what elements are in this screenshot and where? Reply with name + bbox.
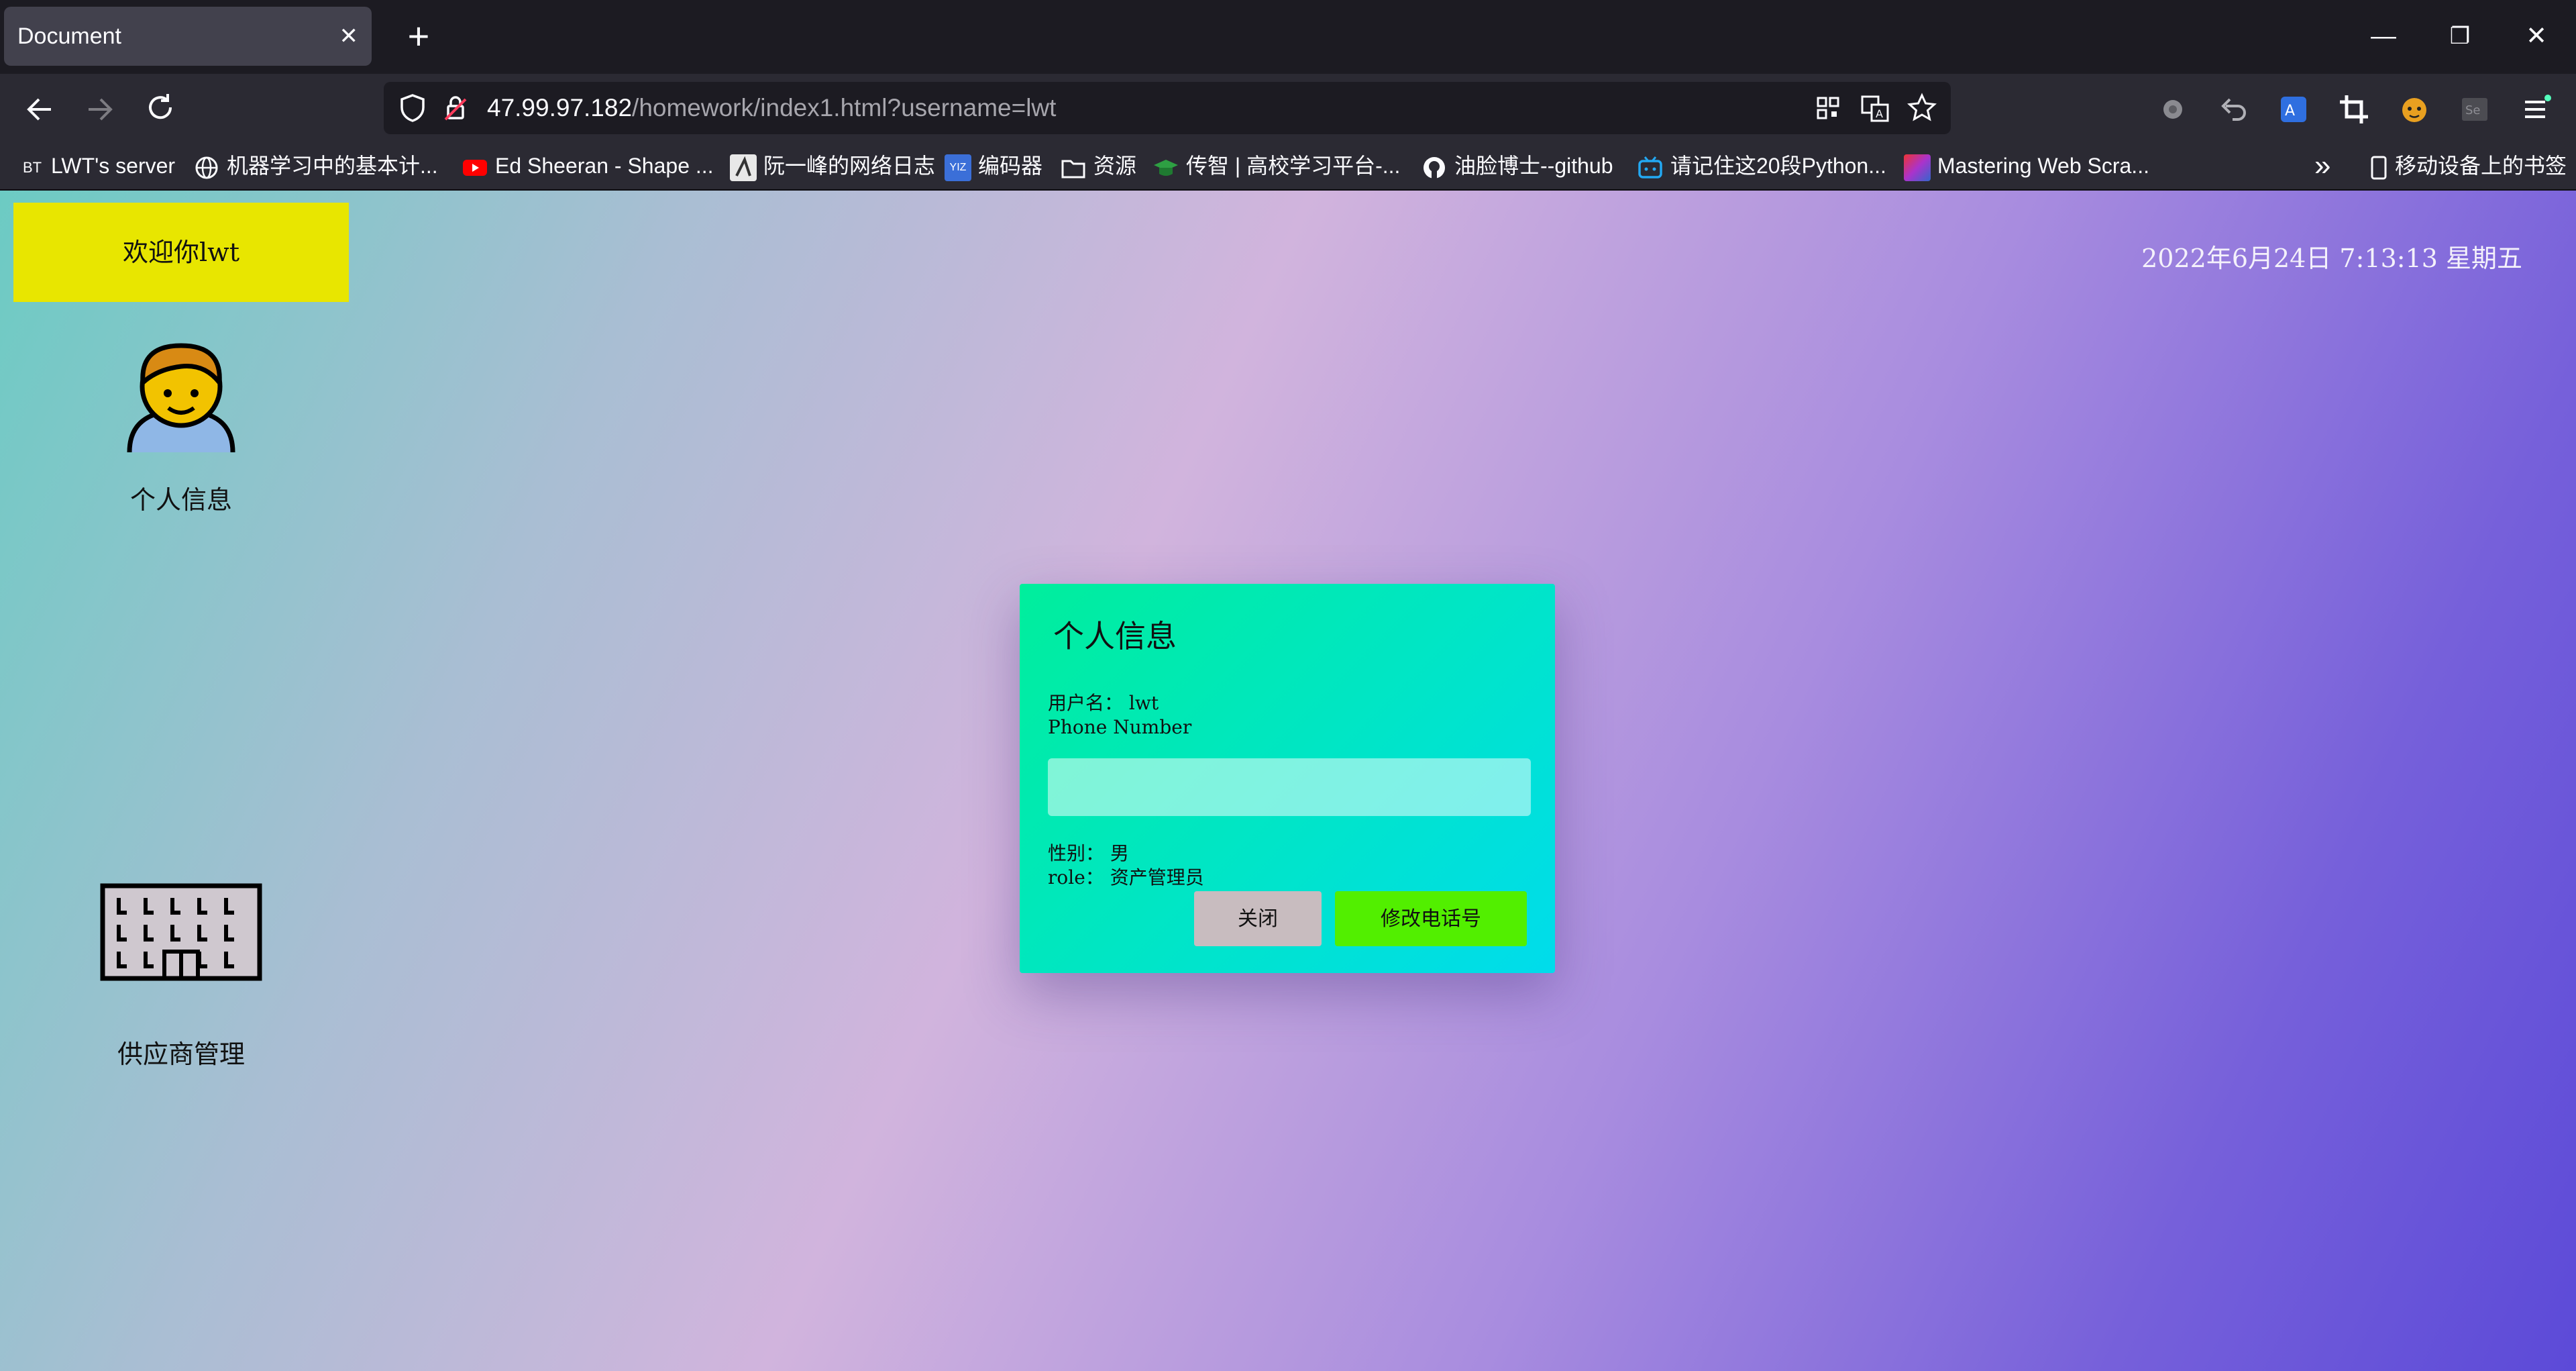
svg-text:A: A: [1876, 107, 1883, 120]
gender-row: 性别： 男: [1048, 842, 1527, 866]
insecure-lock-icon[interactable]: [436, 89, 475, 128]
bookmark-label: Ed Sheeran - Shape ...: [495, 154, 714, 178]
url-host: 47.99.97.182: [487, 94, 633, 121]
globe-icon: [193, 154, 220, 181]
bt-icon: BT: [22, 158, 42, 176]
tampermonkey-icon[interactable]: [2391, 86, 2438, 133]
youtube-icon: [462, 154, 488, 181]
bookmark-star-icon[interactable]: [1902, 89, 1941, 128]
personal-info-dialog: 个人信息 用户名： lwt Phone Number 性别： 男 role： 资…: [1020, 584, 1555, 973]
bookmark-lwt-server[interactable]: BT LWT's server: [20, 142, 175, 189]
svg-text:Se: Se: [2465, 103, 2481, 117]
nav-personal-info-label: 个人信息: [129, 485, 232, 515]
role-value: 资产管理员: [1110, 866, 1204, 888]
bookmark-ruanyifeng[interactable]: 阮一峰的网络日志: [730, 142, 935, 189]
username-label: 用户名：: [1048, 692, 1124, 714]
forward-button[interactable]: [76, 86, 123, 133]
encoder-icon: YIZ: [945, 154, 971, 181]
nav-supplier-management[interactable]: 供应商管理: [47, 882, 315, 1070]
url-text[interactable]: 47.99.97.182/homework/index1.html?userna…: [487, 82, 1056, 134]
svg-text:A: A: [2285, 103, 2295, 119]
extension-spider-icon[interactable]: [2149, 86, 2196, 133]
bookmark-label: 移动设备上的书签: [2395, 154, 2567, 178]
welcome-banner: 欢迎你lwt: [13, 203, 349, 302]
bookmarks-overflow-chevron-icon[interactable]: »: [2314, 142, 2330, 189]
menu-icon[interactable]: [2512, 86, 2559, 133]
person-icon: [127, 343, 235, 453]
bookmark-label: 机器学习中的基本计...: [227, 154, 438, 178]
username-row: 用户名： lwt: [1048, 691, 1527, 715]
book-icon: [1904, 154, 1931, 181]
username-value: lwt: [1128, 692, 1159, 714]
qr-code-icon[interactable]: [1809, 89, 1847, 128]
nav-personal-info[interactable]: 个人信息: [47, 332, 315, 516]
new-tab-button[interactable]: +: [394, 12, 443, 60]
bookmark-label: 资源: [1093, 154, 1137, 178]
shield-icon[interactable]: [393, 89, 432, 128]
address-bar[interactable]: 47.99.97.182/homework/index1.html?userna…: [384, 82, 1951, 134]
folder-icon: [1060, 154, 1087, 181]
blog-icon: [730, 154, 757, 181]
translate-icon[interactable]: A: [1856, 89, 1894, 128]
datetime-display: 2022年6月24日 7:13:13 星期五: [2141, 244, 2522, 273]
bookmark-resources[interactable]: 资源: [1060, 142, 1136, 189]
role-label: role：: [1048, 866, 1104, 888]
nav-supplier-management-label: 供应商管理: [117, 1039, 245, 1069]
phone-label: Phone Number: [1048, 716, 1192, 738]
gender-value: 男: [1110, 842, 1129, 864]
close-button[interactable]: 关闭: [1194, 891, 1322, 946]
edit-phone-button[interactable]: 修改电话号: [1335, 891, 1527, 946]
tab-document[interactable]: Document ✕: [4, 7, 372, 66]
bookmark-label: 请记住这20段Python...: [1670, 154, 1886, 178]
close-window-button[interactable]: ✕: [2506, 12, 2567, 60]
role-row: role： 资产管理员: [1048, 866, 1527, 890]
bookmark-label: 油脸博士--github: [1454, 154, 1613, 178]
undo-icon[interactable]: [2210, 86, 2257, 133]
bookmark-label: 阮一峰的网络日志: [763, 154, 936, 178]
bookmark-label: LWT's server: [51, 154, 176, 178]
selenium-ide-icon[interactable]: Se: [2451, 86, 2498, 133]
back-arrow-icon: [27, 98, 51, 121]
bookmark-label: 编码器: [978, 154, 1043, 178]
bookmarks-toolbar: BT LWT's server 机器学习中的基本计... Ed Sheeran -…: [0, 142, 2576, 191]
tab-title: Document: [17, 23, 121, 49]
bookmark-web-scraping[interactable]: Mastering Web Scra...: [1904, 142, 2149, 189]
page-content: 欢迎你lwt 2022年6月24日 7:13:13 星期五 个人信息 供应商管理: [0, 191, 2576, 1371]
phone-number-input[interactable]: [1048, 758, 1531, 816]
bilibili-icon: [1637, 154, 1664, 181]
bookmark-github[interactable]: 油脸博士--github: [1421, 142, 1613, 189]
navigation-toolbar: 47.99.97.182/homework/index1.html?userna…: [0, 74, 2576, 142]
bookmark-python-snippets[interactable]: 请记住这20段Python...: [1637, 142, 1886, 189]
url-path: /homework/index1.html?username=lwt: [632, 94, 1057, 121]
bookmark-label: Mastering Web Scra...: [1937, 154, 2149, 178]
office-building-icon: [100, 883, 262, 981]
github-icon: [1421, 154, 1448, 181]
forward-arrow-icon: [89, 98, 113, 121]
translator-extension-icon[interactable]: A: [2270, 86, 2317, 133]
bookmark-ed-sheeran[interactable]: Ed Sheeran - Shape ...: [462, 142, 714, 189]
dialog-title: 个人信息: [1053, 618, 1177, 654]
mobile-device-icon: [2369, 154, 2388, 181]
tab-close-icon[interactable]: ✕: [339, 7, 359, 66]
tab-strip: Document ✕ + — ❐ ✕: [0, 0, 2576, 74]
bookmark-label: 传智 | 高校学习平台-...: [1186, 154, 1401, 178]
reload-button[interactable]: [137, 86, 184, 133]
bookmark-encoder[interactable]: YIZ 编码器: [945, 142, 1042, 189]
gender-label: 性别：: [1048, 842, 1105, 864]
crop-icon[interactable]: [2330, 86, 2377, 133]
dialog-actions: 关闭 修改电话号: [1194, 891, 1527, 946]
bookmark-chuanzhi[interactable]: 传智 | 高校学习平台-...: [1152, 142, 1400, 189]
graduation-cap-icon: [1152, 154, 1179, 181]
back-button[interactable]: [16, 86, 63, 133]
minimize-button[interactable]: —: [2353, 12, 2414, 60]
mobile-bookmarks[interactable]: 移动设备上的书签: [2369, 142, 2567, 189]
reload-icon: [149, 94, 172, 119]
bookmark-ml-basics[interactable]: 机器学习中的基本计...: [193, 142, 438, 189]
restore-button[interactable]: ❐: [2430, 12, 2490, 60]
